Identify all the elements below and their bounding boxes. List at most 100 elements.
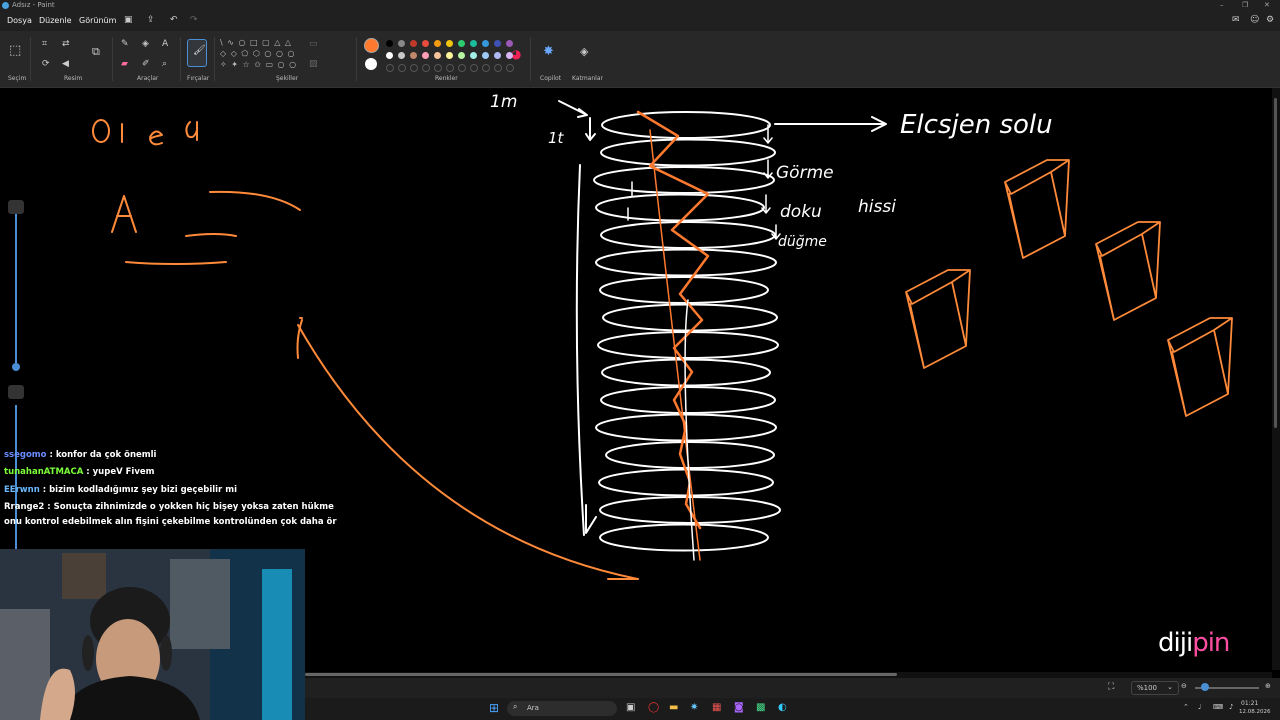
zoom-out-icon[interactable]: ⊖	[1181, 682, 1187, 690]
empty-color-slot[interactable]	[470, 64, 478, 72]
layers-icon[interactable]: ◈	[580, 45, 588, 58]
shapes-gallery[interactable]: \ ∿ ○ □ ▢ △ △ ◇ ◇ ⬠ ⬡ ○ ○ ○ ✧ ✦ ☆ ✩ ▭ ○ ○	[220, 37, 298, 73]
empty-color-slot[interactable]	[422, 64, 430, 72]
color-swatch[interactable]	[434, 52, 441, 59]
brush-button[interactable]: 🖌	[187, 39, 207, 67]
color-swatch[interactable]	[410, 40, 417, 47]
color-swatch[interactable]	[386, 52, 393, 59]
empty-color-slot[interactable]	[410, 64, 418, 72]
taskbar-search-box[interactable]: ⌕ Ara	[507, 701, 617, 716]
tray-chevron-icon[interactable]: ⌃	[1183, 703, 1189, 711]
settings-app-icon[interactable]: ✷	[690, 702, 698, 713]
minimize-icon[interactable]: –	[1220, 1, 1224, 9]
horizontal-scroll-thumb[interactable]	[305, 673, 897, 676]
color-swatch[interactable]	[446, 40, 453, 47]
edge-icon[interactable]: ◐	[778, 702, 787, 713]
color-swatch[interactable]	[470, 40, 477, 47]
vertical-scroll-thumb[interactable]	[1274, 98, 1277, 428]
dijipin-watermark: dijipin	[1158, 628, 1230, 658]
primary-color-swatch[interactable]	[364, 38, 379, 53]
empty-color-slot[interactable]	[458, 64, 466, 72]
empty-color-slot[interactable]	[494, 64, 502, 72]
color-swatch[interactable]	[458, 52, 465, 59]
close-icon[interactable]: ✕	[1264, 1, 1270, 9]
account-icon[interactable]: ☺	[1250, 15, 1259, 25]
color-swatch[interactable]	[434, 40, 441, 47]
start-icon[interactable]: ⊞	[489, 701, 499, 715]
color-swatch[interactable]	[482, 40, 489, 47]
size-slider-thumb[interactable]	[12, 363, 20, 371]
fill-shape-icon[interactable]: ▨	[309, 59, 318, 69]
coil-ellipse	[600, 386, 776, 414]
secondary-color-swatch[interactable]	[365, 58, 377, 70]
color-swatch[interactable]	[506, 40, 513, 47]
coil-ellipse	[593, 166, 775, 194]
menu-edit[interactable]: Düzenle	[39, 16, 72, 25]
magnifier-icon[interactable]: ⌕	[162, 59, 167, 69]
opacity-icon[interactable]	[8, 385, 24, 399]
color-swatch[interactable]	[494, 40, 501, 47]
task-view-icon[interactable]: ▣	[626, 702, 635, 713]
zoom-in-icon[interactable]: ⊕	[1265, 682, 1271, 690]
volume-icon[interactable]: ♪	[1229, 703, 1233, 711]
group-label-colors: Renkler	[435, 75, 458, 82]
zoom-slider-thumb[interactable]	[1201, 683, 1209, 691]
fill-icon[interactable]: ◈	[142, 39, 149, 49]
empty-color-slot[interactable]	[446, 64, 454, 72]
crop-icon[interactable]: ⌗	[42, 39, 47, 49]
redo-icon[interactable]: ↷	[190, 15, 198, 25]
chat-message: onu kontrol edebilmek alın fişini çekebi…	[4, 517, 337, 527]
color-swatch[interactable]	[398, 52, 405, 59]
copilot-icon[interactable]: ✸	[543, 44, 554, 59]
opera-icon[interactable]: ◯	[648, 702, 659, 713]
eraser-icon[interactable]: ▰	[121, 59, 128, 69]
color-swatch[interactable]	[458, 40, 465, 47]
flip-icon[interactable]: ◀	[62, 59, 69, 69]
share-icon[interactable]: ⇪	[147, 15, 155, 25]
selection-icon[interactable]: ⬚	[9, 43, 21, 58]
file-explorer-icon[interactable]: ▬	[669, 702, 678, 713]
resize-icon[interactable]: ⇄	[62, 39, 70, 49]
empty-color-slot[interactable]	[506, 64, 514, 72]
keyboard-icon[interactable]: ⌨	[1213, 703, 1223, 711]
color-swatch[interactable]	[494, 52, 501, 59]
discord-icon[interactable]: ◙	[734, 702, 744, 713]
zoom-dropdown[interactable]: %100 ⌄	[1131, 681, 1179, 695]
vertical-scrollbar[interactable]	[1272, 88, 1280, 670]
maximize-icon[interactable]: ❐	[1242, 1, 1248, 9]
pencil-icon[interactable]: ✎	[121, 39, 129, 49]
ribbon-toolbar: ⬚ Seçim ⌗ ⇄ ⧉ ⟳ ◀ Resim ✎ ◈ A ▰ ✐ ⌕ Araç…	[0, 31, 1280, 88]
color-swatch[interactable]	[482, 52, 489, 59]
settings-icon[interactable]: ⚙	[1266, 15, 1274, 25]
empty-color-slot[interactable]	[434, 64, 442, 72]
fit-screen-icon[interactable]: ⛶	[1108, 682, 1114, 692]
empty-color-slot[interactable]	[386, 64, 394, 72]
color-swatch[interactable]	[386, 40, 393, 47]
color-swatch[interactable]	[446, 52, 453, 59]
color-swatch[interactable]	[422, 40, 429, 47]
menu-file[interactable]: Dosya	[7, 16, 32, 25]
color-swatch[interactable]	[470, 52, 477, 59]
color-swatch[interactable]	[506, 52, 513, 59]
color-swatch[interactable]	[410, 52, 417, 59]
feedback-icon[interactable]: ✉	[1232, 15, 1240, 25]
color-swatch[interactable]	[422, 52, 429, 59]
empty-color-slot[interactable]	[398, 64, 406, 72]
rotate-icon[interactable]: ⟳	[42, 59, 50, 69]
store-icon[interactable]: ▦	[712, 702, 721, 713]
paint-app-icon	[2, 2, 9, 9]
paint-taskbar-icon[interactable]: ▩	[756, 702, 765, 713]
color-swatch[interactable]	[398, 40, 405, 47]
clock-time[interactable]: 01:21	[1241, 700, 1258, 707]
clock-date[interactable]: 12.08.2026	[1239, 709, 1271, 715]
chat-text: bizim kodladığımız şey bizi geçebilir mi	[49, 485, 237, 495]
empty-color-slot[interactable]	[482, 64, 490, 72]
save-icon[interactable]: ▣	[124, 15, 133, 25]
color-picker-icon[interactable]: ✐	[142, 59, 150, 69]
image-select-icon[interactable]: ⧉	[92, 45, 100, 59]
menu-view[interactable]: Görünüm	[79, 16, 116, 25]
text-icon[interactable]: A	[162, 39, 168, 49]
undo-icon[interactable]: ↶	[170, 15, 178, 25]
outline-icon[interactable]: ▭	[309, 39, 318, 49]
mic-icon[interactable]: ♩	[1198, 703, 1201, 711]
